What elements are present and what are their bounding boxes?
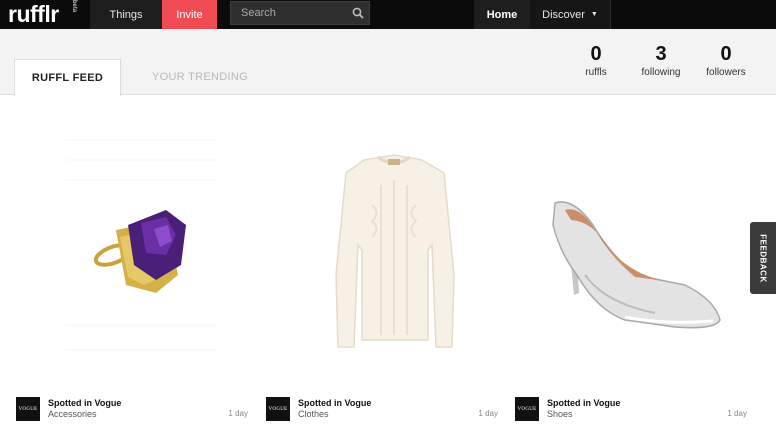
feed-item-category[interactable]: Shoes <box>547 409 573 419</box>
stat-following[interactable]: 3 following <box>629 43 693 78</box>
vogue-avatar-text: VOGUE <box>268 406 288 412</box>
nav-discover-label: Discover <box>542 8 585 21</box>
nav-home-label: Home <box>486 8 518 21</box>
top-nav-bar: rufflr beta Things Invite Home Discover … <box>0 0 776 29</box>
stat-ruffls-value: 0 <box>590 43 602 65</box>
nav-things-label: Things <box>109 8 143 21</box>
feed-item-meta: VOGUE Spotted in Vogue Clothes 1 day <box>266 397 516 423</box>
feed-item-title[interactable]: Spotted in Vogue <box>48 398 121 408</box>
feed-item-time: 1 day <box>228 409 248 418</box>
feed-item-meta: VOGUE Spotted in Vogue Accessories 1 day <box>16 397 266 423</box>
feed-item-time: 1 day <box>727 409 747 418</box>
stat-following-value: 3 <box>655 43 667 65</box>
stat-followers-label: followers <box>706 67 746 78</box>
vogue-avatar[interactable]: VOGUE <box>266 397 290 421</box>
stat-ruffls-label: ruffls <box>585 67 607 78</box>
logo-text: rufflr <box>8 1 59 27</box>
feed-item-meta: VOGUE Spotted in Vogue Shoes 1 day <box>515 397 765 423</box>
tab-your-trending-label: YOUR TRENDING <box>152 71 248 83</box>
feed-item-category[interactable]: Accessories <box>48 409 97 419</box>
nav-home[interactable]: Home <box>474 0 530 29</box>
search-box <box>230 1 370 25</box>
chevron-down-icon: ▼ <box>590 11 598 18</box>
nav-divider <box>610 0 611 29</box>
tab-your-trending[interactable]: YOUR TRENDING <box>140 59 260 95</box>
amethyst-ring-image[interactable] <box>16 125 266 375</box>
nav-invite-label: Invite <box>176 8 203 21</box>
stat-ruffls[interactable]: 0 ruffls <box>564 43 628 78</box>
stat-followers-value: 0 <box>720 43 732 65</box>
search-icon[interactable] <box>347 2 369 24</box>
vogue-avatar[interactable]: VOGUE <box>515 397 539 421</box>
rufflr-logo[interactable]: rufflr beta <box>8 0 88 29</box>
feedback-label: FEEDBACK <box>758 233 768 283</box>
nav-things[interactable]: Things <box>90 0 162 29</box>
search-input[interactable] <box>231 7 347 19</box>
vogue-avatar-text: VOGUE <box>18 406 38 412</box>
logo-beta-tag: beta <box>71 0 78 13</box>
feedback-button[interactable]: FEEDBACK <box>750 222 776 294</box>
tab-ruffl-feed-label: RUFFL FEED <box>31 72 104 84</box>
cream-sweater-image[interactable] <box>266 125 516 375</box>
feed-item-category[interactable]: Clothes <box>298 409 329 419</box>
feed-item-time: 1 day <box>478 409 498 418</box>
silver-pump-image[interactable] <box>515 125 765 375</box>
feed-item-title[interactable]: Spotted in Vogue <box>298 398 371 408</box>
stat-following-label: following <box>641 67 681 78</box>
profile-subheader: RUFFL FEED YOUR TRENDING 0 ruffls 3 foll… <box>0 29 776 96</box>
feed-item-title[interactable]: Spotted in Vogue <box>547 398 620 408</box>
nav-invite-button[interactable]: Invite <box>162 0 217 29</box>
stat-followers[interactable]: 0 followers <box>694 43 758 78</box>
vogue-avatar[interactable]: VOGUE <box>16 397 40 421</box>
tab-ruffl-feed[interactable]: RUFFL FEED <box>14 59 121 96</box>
vogue-avatar-text: VOGUE <box>517 406 537 412</box>
nav-discover-dropdown[interactable]: Discover ▼ <box>530 0 610 29</box>
